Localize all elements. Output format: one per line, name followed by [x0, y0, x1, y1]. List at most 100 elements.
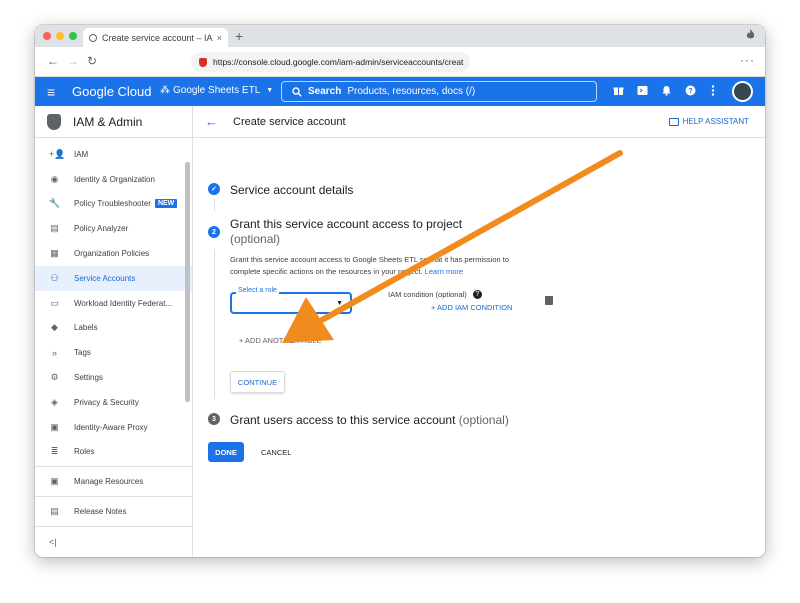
sidebar-item-label: Release Notes	[74, 507, 127, 517]
sidebar-item-label: Identity-Aware Proxy	[74, 422, 148, 432]
sidebar-item-iam[interactable]: +👤 IAM	[35, 142, 192, 167]
dropdown-arrow-icon: ▼	[336, 300, 343, 307]
roles-icon: ≣	[50, 446, 59, 457]
notifications-icon[interactable]	[661, 85, 672, 96]
step-grant-users-access[interactable]: 3 Grant users access to this service acc…	[208, 413, 509, 428]
help-assistant-label: HELP ASSISTANT	[682, 117, 749, 126]
browser-toolbar: ← → ↻ https://console.cloud.google.com/i…	[35, 47, 765, 77]
sidebar-divider	[35, 525, 192, 527]
step-grant-project-access: 2 Grant this service account access to p…	[208, 217, 462, 247]
tag-icon: »	[51, 347, 57, 358]
browser-tab[interactable]: Create service account – IAM ×	[83, 28, 228, 47]
gcp-header: ≡ Google Cloud ⁂ Google Sheets ETL ▼ Sea…	[35, 77, 765, 106]
sidebar-item-label: Settings	[74, 373, 103, 383]
sidebar-divider	[35, 466, 192, 468]
project-selector[interactable]: ⁂ Google Sheets ETL ▼	[160, 85, 273, 96]
add-iam-condition-button[interactable]: + ADD IAM CONDITION	[431, 303, 512, 312]
proxy-icon: ▣	[50, 421, 59, 432]
cancel-button[interactable]: CANCEL	[261, 448, 291, 457]
close-window-icon[interactable]	[43, 32, 51, 40]
sidebar-item-manage-resources[interactable]: ▣ Manage Resources	[35, 469, 192, 494]
continue-button[interactable]: CONTINUE	[230, 371, 285, 393]
browser-window: Create service account – IAM × + ← → ↻ h…	[35, 25, 765, 557]
gear-icon: ⚙	[50, 372, 59, 383]
sidebar-item-workload-identity[interactable]: ▭ Workload Identity Federat...	[35, 291, 192, 316]
back-arrow-icon[interactable]: ←	[205, 114, 218, 129]
step-number: 2	[208, 226, 220, 238]
menu-icon[interactable]: ≡	[47, 84, 55, 100]
project-icon: ⁂	[160, 85, 170, 96]
sidebar-item-identity-organization[interactable]: ◉ Identity & Organization	[35, 167, 192, 192]
sidebar-item-label: Workload Identity Federat...	[74, 298, 173, 308]
account-circle-icon: ◉	[50, 173, 59, 184]
step-connector	[214, 249, 215, 399]
google-cloud-logo[interactable]: Google Cloud	[72, 84, 152, 99]
policy-list-icon: ▦	[50, 248, 59, 259]
sidebar-item-organization-policies[interactable]: ▦ Organization Policies	[35, 241, 192, 266]
cloud-shell-icon[interactable]	[637, 85, 648, 96]
url-text: https://console.cloud.google.com/iam-adm…	[213, 57, 464, 67]
role-select-label: Select a role	[236, 287, 279, 294]
avatar[interactable]	[732, 81, 753, 102]
sidebar-item-label: Privacy & Security	[74, 397, 139, 407]
help-assistant-button[interactable]: HELP ASSISTANT	[668, 117, 749, 126]
step-service-account-details[interactable]: ✓ Service account details	[208, 183, 353, 198]
delete-icon[interactable]	[545, 296, 553, 305]
sidebar: IAM & Admin +👤 IAM ◉ Identity & Organizati…	[35, 106, 193, 557]
role-select[interactable]: Select a role ▼	[230, 287, 352, 314]
sidebar-item-identity-aware-proxy[interactable]: ▣ Identity-Aware Proxy	[35, 415, 192, 440]
sidebar-item-settings[interactable]: ⚙ Settings	[35, 365, 192, 390]
more-vert-icon[interactable]	[711, 85, 715, 96]
sidebar-item-policy-troubleshooter[interactable]: 🔧 Policy Troubleshooter NEW	[35, 192, 192, 217]
sidebar-item-label: Manage Resources	[74, 477, 144, 487]
sidebar-item-label: Service Accounts	[74, 273, 136, 283]
sidebar-item-labels[interactable]: ◆ Labels	[35, 316, 192, 341]
sidebar-item-label: Organization Policies	[74, 249, 150, 259]
sidebar-item-label: Policy Troubleshooter	[74, 199, 151, 209]
iam-condition-text: IAM condition (optional)	[388, 290, 467, 299]
collapse-sidebar-icon[interactable]: <|	[49, 537, 57, 547]
step-connector	[214, 199, 215, 211]
sidebar-title: IAM & Admin	[73, 114, 143, 129]
sidebar-divider	[35, 496, 192, 498]
step-title: Service account details	[230, 183, 354, 197]
sidebar-item-label: IAM	[74, 149, 89, 159]
step-description: Grant this service account access to Goo…	[230, 254, 530, 278]
add-another-role-button[interactable]: + ADD ANOTHER ROLE	[239, 336, 322, 345]
maximize-window-icon[interactable]	[69, 32, 77, 40]
help-icon[interactable]: ?	[685, 85, 696, 96]
shield-icon	[199, 57, 207, 67]
sidebar-item-release-notes[interactable]: ▤ Release Notes	[35, 499, 192, 524]
sidebar-item-label: Tags	[74, 348, 91, 358]
more-menu-icon[interactable]: ···	[740, 53, 755, 67]
step-optional-text: (optional)	[230, 232, 281, 246]
chevron-down-icon: ▼	[266, 87, 274, 94]
back-button[interactable]: ←	[47, 54, 59, 68]
sidebar-item-service-accounts[interactable]: ⚇ Service Accounts	[35, 265, 192, 291]
sidebar-item-tags[interactable]: » Tags	[35, 340, 192, 365]
wrench-icon: 🔧	[49, 198, 61, 209]
sidebar-item-roles[interactable]: ≣ Roles	[35, 440, 192, 465]
sidebar-scrollbar[interactable]	[185, 162, 190, 402]
id-card-icon: ▭	[50, 297, 59, 308]
gift-icon[interactable]	[613, 85, 624, 96]
sidebar-item-policy-analyzer[interactable]: ▤ Policy Analyzer	[35, 216, 192, 241]
done-button[interactable]: DONE	[208, 442, 244, 462]
flame-icon[interactable]	[746, 29, 755, 40]
add-person-icon: +👤	[49, 148, 66, 159]
learn-more-link[interactable]: Learn more	[425, 267, 463, 276]
sidebar-item-privacy-security[interactable]: ◈ Privacy & Security	[35, 390, 192, 415]
minimize-window-icon[interactable]	[56, 32, 64, 40]
address-bar[interactable]: https://console.cloud.google.com/iam-adm…	[191, 52, 470, 72]
reload-button[interactable]: ↻	[87, 54, 97, 68]
help-circle-icon[interactable]: ?	[472, 290, 482, 299]
sidebar-item-label: Labels	[74, 323, 98, 333]
service-account-icon: ⚇	[50, 272, 59, 283]
tab-close-icon[interactable]: ×	[217, 33, 222, 43]
chat-icon	[668, 117, 679, 126]
new-tab-button[interactable]: +	[235, 28, 243, 44]
forward-button[interactable]: →	[67, 54, 79, 68]
search-icon	[292, 86, 302, 97]
step-number: 3	[208, 413, 220, 425]
search-input[interactable]: Search Products, resources, docs (/)	[281, 81, 597, 102]
